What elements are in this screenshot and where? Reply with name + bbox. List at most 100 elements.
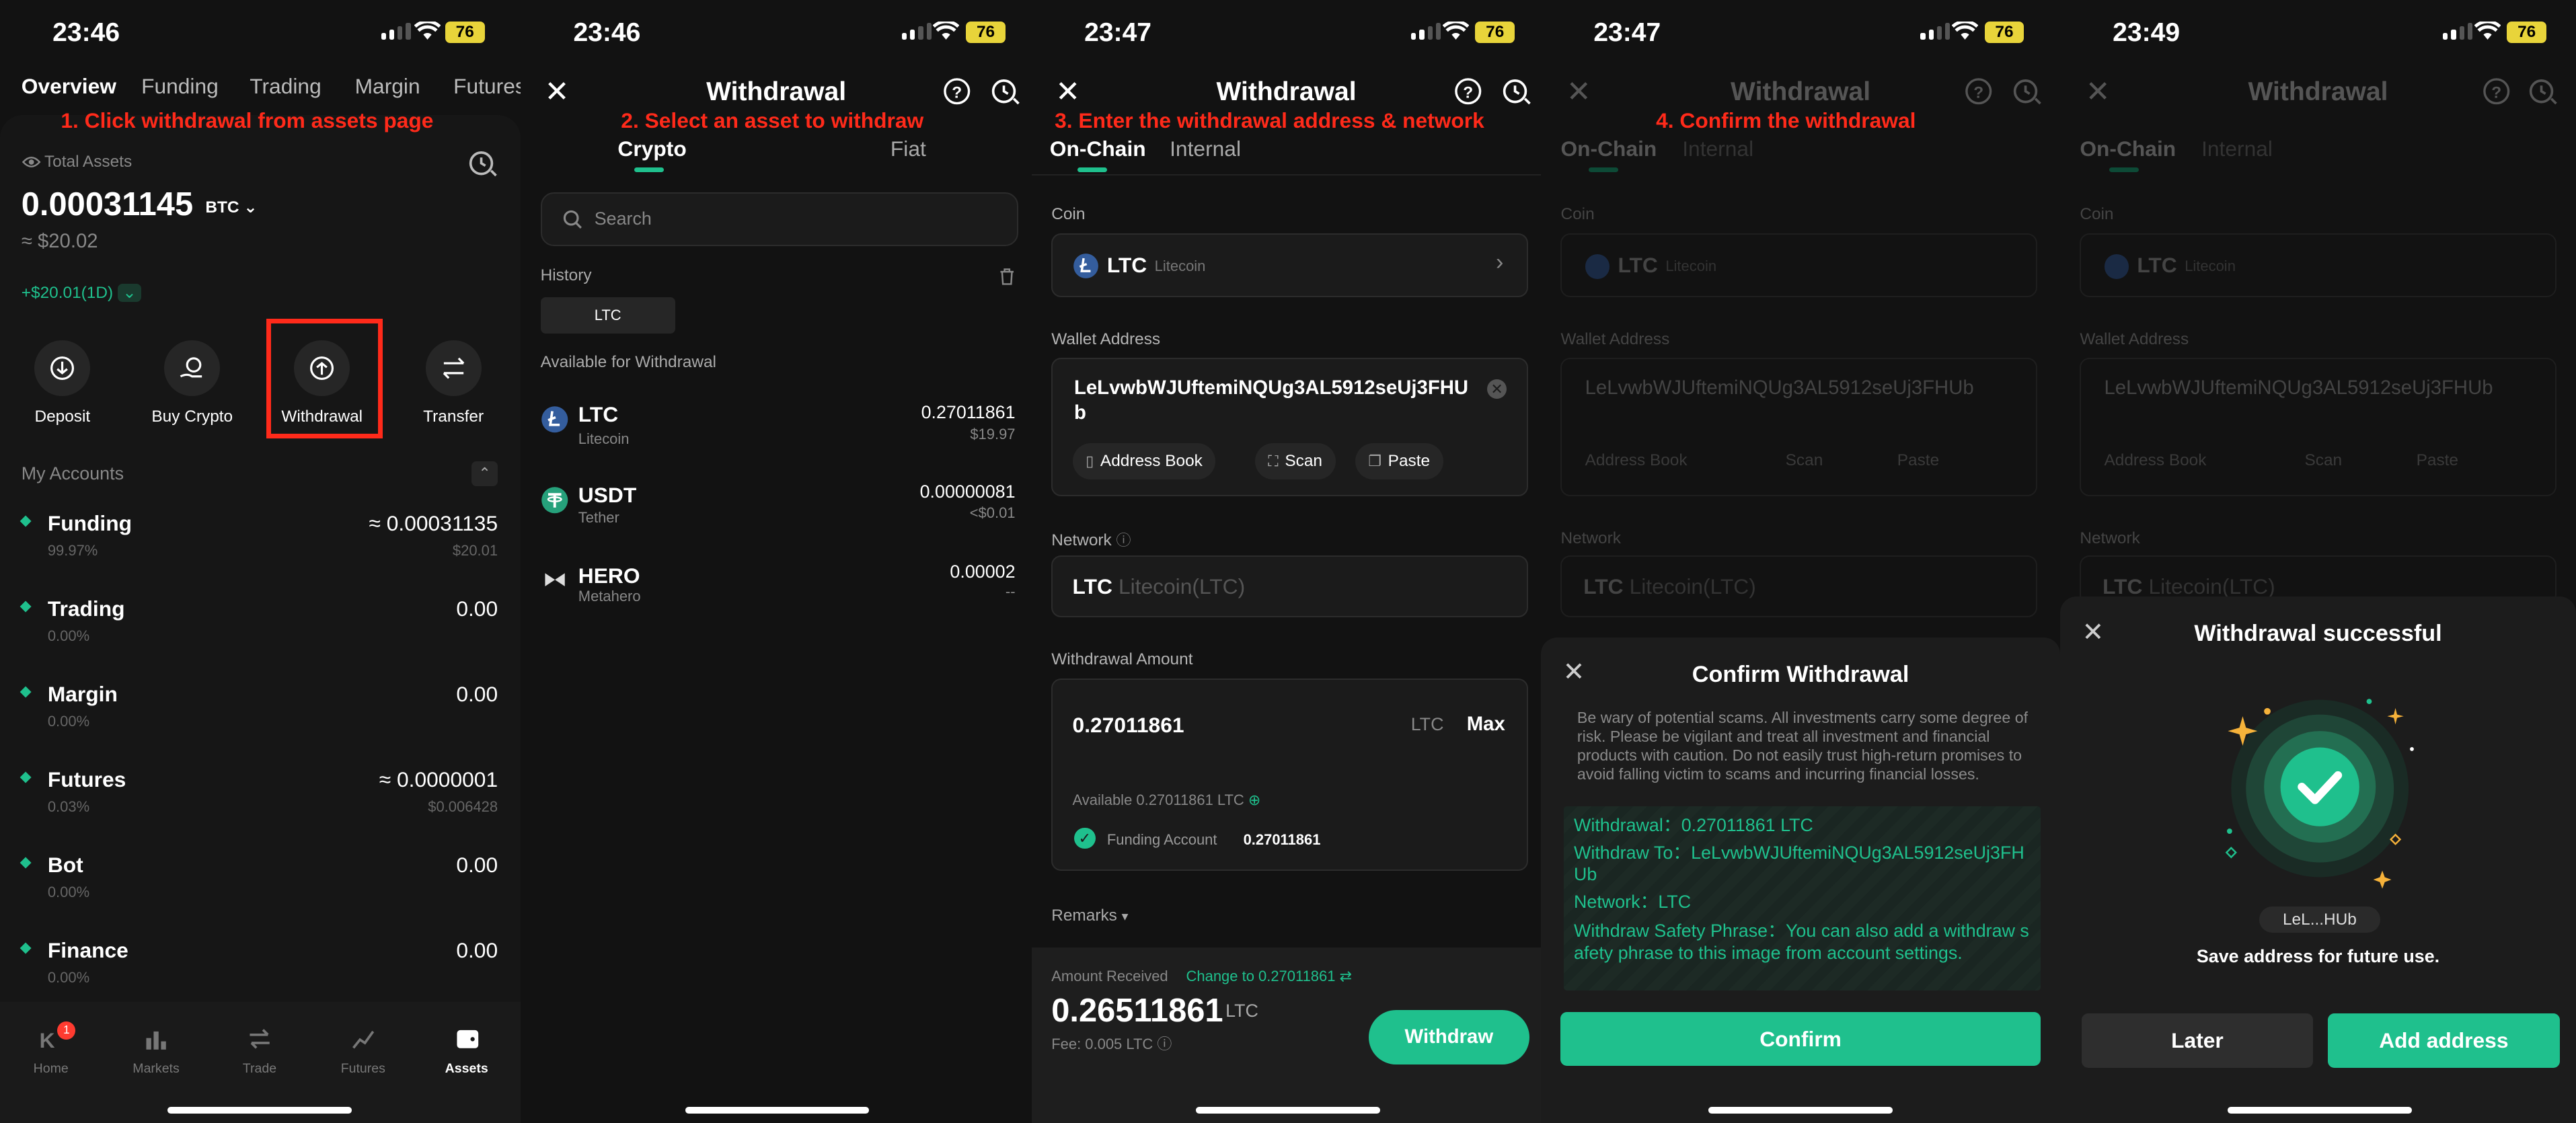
tab-on-chain[interactable]: On-Chain: [1560, 137, 1657, 161]
account-bot-name[interactable]: Bot: [48, 853, 83, 878]
markets-icon[interactable]: [145, 1028, 167, 1050]
received-unit: LTC: [1225, 1000, 1258, 1021]
futures-icon[interactable]: [352, 1028, 375, 1050]
history-icon[interactable]: [2528, 77, 2558, 106]
address-book-button[interactable]: ▯ Address Book: [1072, 443, 1216, 479]
nav-futures[interactable]: Futures: [322, 1061, 404, 1077]
amount-field[interactable]: 0.27011861 LTC Max Available 0.27011861 …: [1051, 678, 1528, 871]
paste-button[interactable]: ❐ Paste: [1355, 443, 1443, 479]
help-icon[interactable]: ?: [2483, 77, 2511, 106]
remarks-toggle[interactable]: Remarks ▾: [1051, 906, 1128, 925]
fee-label: Fee: 0.005 LTC: [1051, 1036, 1153, 1053]
wallet-address-field[interactable]: LeLvwbWJUftemiNQUg3AL5912seUj3FHUb Addre…: [2080, 358, 2556, 496]
nav-trade[interactable]: Trade: [219, 1061, 301, 1077]
daily-change[interactable]: +$20.01(1D) ⌄: [22, 282, 141, 303]
history-icon[interactable]: [468, 149, 498, 178]
scan-button[interactable]: Scan: [2305, 451, 2343, 470]
history-icon[interactable]: [991, 77, 1020, 106]
coin-select[interactable]: LTC Litecoin: [2080, 233, 2556, 298]
wallet-icon[interactable]: [455, 1027, 480, 1050]
history-icon[interactable]: [2012, 77, 2042, 106]
nav-assets[interactable]: Assets: [426, 1061, 508, 1077]
tab-funding[interactable]: Funding: [141, 74, 219, 99]
withdraw-button[interactable]: Withdraw: [1368, 1010, 1530, 1064]
paste-button[interactable]: Paste: [2417, 451, 2458, 470]
help-icon[interactable]: ?: [943, 77, 971, 106]
tab-margin[interactable]: Margin: [355, 74, 420, 99]
annotation-step3: 3. Enter the withdrawal address & networ…: [1055, 108, 1484, 133]
scan-button[interactable]: Scan: [1786, 451, 1823, 470]
asset-hero-amount: 0.00002: [950, 562, 1016, 582]
account-trading-name[interactable]: Trading: [48, 596, 125, 621]
change-to-link[interactable]: Change to 0.27011861 ⇄: [1186, 968, 1352, 985]
nav-home[interactable]: Home: [10, 1061, 92, 1077]
tab-internal[interactable]: Internal: [2201, 137, 2273, 161]
asset-usdt-symbol[interactable]: USDT: [578, 483, 636, 508]
coin-select[interactable]: LTC Litecoin: [1560, 233, 2037, 298]
address-book-button[interactable]: Address Book: [1585, 451, 1688, 470]
withdraw-form-screen: 23:47 76 ✕ Withdrawal ? 3. Enter the wit…: [1031, 0, 1542, 1123]
account-finance-value: 0.00: [456, 937, 498, 962]
search-input[interactable]: Search: [540, 192, 1019, 247]
tab-fiat[interactable]: Fiat: [891, 137, 926, 161]
max-button[interactable]: Max: [1467, 713, 1505, 736]
tab-on-chain[interactable]: On-Chain: [2080, 137, 2176, 161]
info-icon[interactable]: ⓘ: [1157, 1036, 1172, 1052]
help-icon[interactable]: ?: [1454, 77, 1482, 106]
network-select[interactable]: LTC Litecoin(LTC): [1051, 555, 1528, 618]
buy-crypto-button[interactable]: [164, 340, 221, 396]
trade-icon[interactable]: [248, 1028, 271, 1050]
account-futures-name[interactable]: Futures: [48, 767, 126, 792]
network-select[interactable]: LTC Litecoin(LTC): [1560, 555, 2037, 618]
fiat-value: ≈ $20.02: [21, 229, 98, 252]
address-book-button[interactable]: Address Book: [2105, 451, 2207, 470]
tab-overview[interactable]: Overview: [22, 74, 116, 99]
chevron-right-icon: ›: [1496, 249, 1504, 275]
info-icon[interactable]: ⓘ: [1116, 532, 1131, 549]
deposit-button[interactable]: [34, 340, 91, 396]
tab-futures[interactable]: Futures: [453, 74, 521, 99]
paste-button[interactable]: Paste: [1897, 451, 1939, 470]
account-finance-name[interactable]: Finance: [48, 938, 128, 963]
add-address-button[interactable]: Add address: [2328, 1013, 2560, 1068]
history-icon[interactable]: [1502, 77, 1531, 106]
confirm-address: Withdraw To：LeLvwbWJUftemiNQUg3AL5912seU…: [1574, 843, 2024, 884]
asset-hero-symbol[interactable]: HERO: [578, 564, 640, 588]
tab-on-chain[interactable]: On-Chain: [1050, 137, 1146, 161]
tab-trading[interactable]: Trading: [250, 74, 321, 99]
asset-ltc-symbol[interactable]: LTC: [578, 402, 618, 427]
coin-name: Litecoin: [1154, 258, 1206, 275]
litecoin-icon: [541, 406, 568, 433]
scan-button[interactable]: ⛶ Scan: [1254, 443, 1336, 479]
trash-icon[interactable]: [999, 268, 1015, 286]
later-button[interactable]: Later: [2081, 1013, 2314, 1068]
account-funding-name[interactable]: Funding: [48, 511, 132, 536]
confirm-button[interactable]: Confirm: [1560, 1011, 2041, 1067]
nav-markets[interactable]: Markets: [115, 1061, 197, 1077]
account-margin-name[interactable]: Margin: [48, 682, 118, 707]
account-finance-pct: 0.00%: [47, 969, 90, 986]
tab-crypto[interactable]: Crypto: [617, 137, 686, 161]
clear-icon[interactable]: ✕: [1486, 379, 1507, 399]
home-icon[interactable]: K: [40, 1028, 55, 1053]
account-trading-value: 0.00: [456, 596, 498, 621]
wallet-address-field[interactable]: LeLvwbWJUftemiNQUg3AL5912seUj3FHUb ✕ ▯ Ad…: [1051, 358, 1528, 496]
history-chip-ltc[interactable]: LTC: [540, 297, 675, 334]
tab-internal[interactable]: Internal: [1170, 137, 1241, 161]
transfer-button[interactable]: [425, 340, 482, 396]
add-circle-icon[interactable]: ⊕: [1248, 791, 1260, 808]
eye-icon[interactable]: [22, 155, 41, 169]
withdrawal-button[interactable]: [294, 340, 350, 396]
help-icon[interactable]: ?: [1965, 77, 1993, 106]
amount-label: Withdrawal Amount: [1051, 650, 1193, 669]
tab-indicator: [1588, 167, 1618, 173]
annotation-step4: 4. Confirm the withdrawal: [1656, 108, 1916, 133]
check-icon[interactable]: ✓: [1073, 827, 1096, 849]
tab-internal[interactable]: Internal: [1682, 137, 1753, 161]
wallet-address-label: Wallet Address: [1051, 330, 1161, 348]
coin-select[interactable]: LTC Litecoin ›: [1051, 233, 1528, 298]
collapse-icon[interactable]: ⌃: [471, 461, 498, 486]
network-symbol: LTC: [2103, 574, 2143, 599]
wallet-address-field[interactable]: LeLvwbWJUftemiNQUg3AL5912seUj3FHUb Addre…: [1560, 358, 2037, 496]
currency-select[interactable]: BTC ⌄: [205, 197, 257, 217]
